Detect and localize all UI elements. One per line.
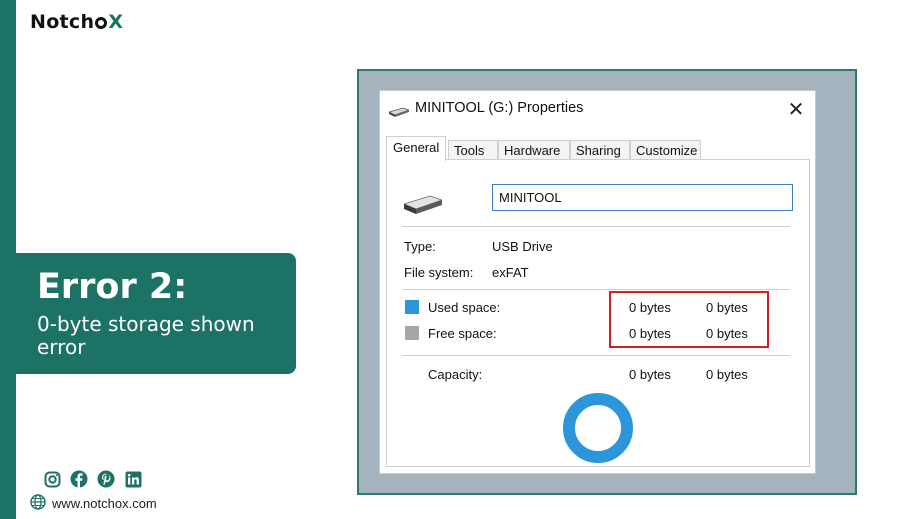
used-space-label: Used space: (428, 300, 501, 315)
tab-hardware[interactable]: Hardware (498, 140, 570, 160)
logo-o-ring (95, 17, 108, 29)
close-button[interactable]: ✕ (783, 96, 809, 122)
free-space-label: Free space: (428, 326, 497, 341)
left-accent-stripe (0, 0, 16, 519)
globe-icon (30, 494, 46, 513)
type-value: USB Drive (492, 239, 553, 254)
dialog-titlebar[interactable]: MINITOOL (G:) Properties ✕ (380, 91, 815, 127)
social-links (43, 470, 142, 488)
tab-customize[interactable]: Customize (630, 140, 701, 160)
type-label: Type: (404, 239, 436, 254)
website-url: www.notchox.com (52, 496, 157, 511)
tab-general[interactable]: General (386, 136, 447, 161)
zero-bytes-highlight (609, 291, 769, 348)
volume-name-input[interactable] (492, 184, 793, 211)
pinterest-icon[interactable] (97, 470, 115, 488)
tab-tools[interactable]: Tools (448, 140, 498, 160)
used-space-swatch (405, 300, 419, 314)
capacity-label: Capacity: (428, 367, 483, 382)
instagram-icon[interactable] (43, 470, 61, 488)
linkedin-icon[interactable] (124, 470, 142, 488)
drive-properties-dialog: MINITOOL (G:) Properties ✕ General Tools… (379, 90, 816, 474)
capacity-bytes: 0 bytes (629, 367, 671, 382)
facebook-icon[interactable] (70, 470, 88, 488)
usb-drive-icon (387, 104, 411, 122)
file-system-label: File system: (404, 265, 474, 280)
free-space-swatch (405, 326, 419, 340)
capacity-size: 0 bytes (706, 367, 748, 382)
separator (402, 289, 790, 290)
drive-icon (402, 195, 444, 220)
error-card: Error 2: 0-byte storage shown error (16, 253, 296, 374)
separator (402, 355, 790, 356)
separator (402, 226, 790, 227)
website-link[interactable]: www.notchox.com (30, 494, 157, 513)
file-system-value: exFAT (492, 265, 529, 280)
error-title: Error 2: (37, 267, 188, 307)
error-subtitle: 0-byte storage shown error (37, 312, 255, 359)
dialog-title: MINITOOL (G:) Properties (415, 100, 584, 116)
tab-sharing[interactable]: Sharing (570, 140, 630, 160)
usage-ring-chart (563, 393, 633, 463)
notchox-logo: Notch X (30, 11, 124, 33)
